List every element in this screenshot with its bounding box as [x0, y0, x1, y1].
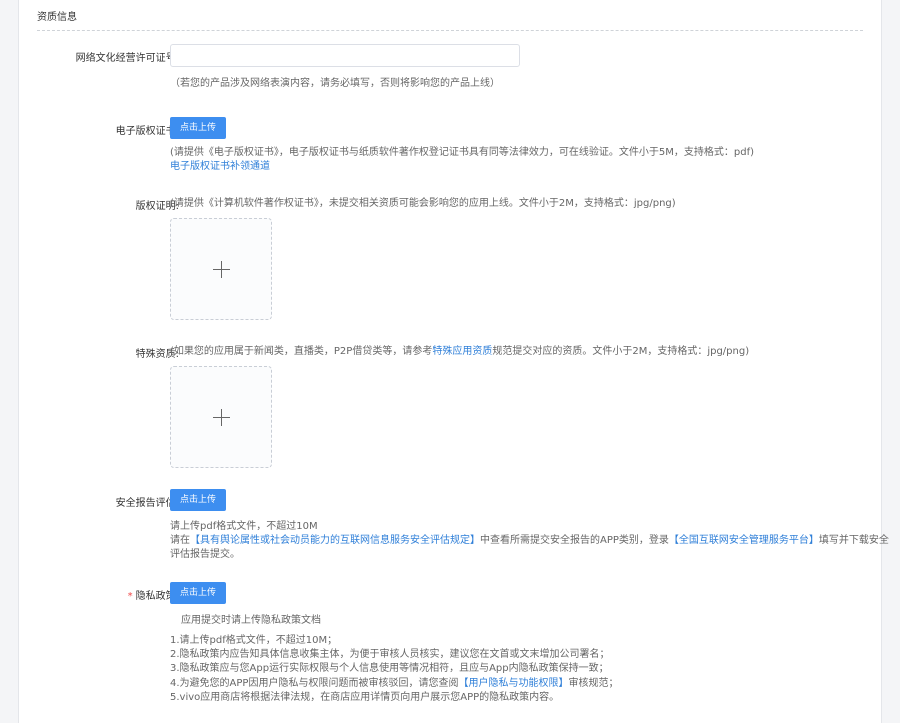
security-label: 安全报告评估:: [115, 498, 179, 509]
security-hint-line3: 评估报告提交。: [170, 549, 240, 560]
ecopyright-hint: (请提供《电子版权证书》，电子版权证书与纸质软件著作权登记证书具有同等法律效力，…: [170, 147, 755, 158]
privacy-permission-link[interactable]: 【用户隐私与功能权限】: [458, 678, 568, 689]
privacy-rule-4-text: 4.为避免您的APP因用户隐私与权限问题而被审核驳回，请您查阅: [170, 677, 459, 689]
privacy-rule-4: 4.为避免您的APP因用户隐私与权限问题而被审核驳回，请您查阅【用户隐私与功能权…: [170, 677, 618, 691]
security-hint-text: 请在: [170, 535, 190, 546]
privacy-rule-5: 5.vivo应用商店将根据法律法规，在商店应用详情页向用户展示您APP的隐私政策…: [170, 691, 560, 703]
copyright-proof-upload-box[interactable]: [170, 218, 272, 320]
special-hint-text: (如果您的应用属于新闻类，直播类，P2P借贷类等，请参考: [170, 346, 433, 357]
privacy-rule-2: 2.隐私政策内应告知具体信息收集主体，为便于审核人员核实，建议您在文首或文末增加…: [170, 649, 610, 661]
section-title: 资质信息: [37, 8, 863, 31]
special-hint: (如果您的应用属于新闻类，直播类，P2P借贷类等，请参考特殊应用资质规范提交对应…: [170, 345, 749, 359]
privacy-rule-1: 1.请上传pdf格式文件，不超过10M；: [170, 635, 338, 646]
special-hint-text-after: 规范提交对应的资质。文件小于2M，支持格式：jpg/png): [492, 346, 750, 357]
license-hint: （若您的产品涉及网络表演内容，请务必填写，否则将影响您的产品上线）: [170, 78, 500, 89]
copyright-proof-label: 版权证明:: [135, 201, 179, 212]
privacy-rules: 1.请上传pdf格式文件，不超过10M； 2.隐私政策内应告知具体信息收集主体，…: [170, 634, 618, 705]
plus-icon: [171, 367, 271, 467]
privacy-rule-4-text-after: 审核规范；: [568, 677, 619, 689]
special-qualification-link[interactable]: 特殊应用资质: [432, 346, 492, 357]
license-input[interactable]: [170, 44, 520, 67]
security-hint-line1: 请上传pdf格式文件，不超过10M: [170, 521, 318, 532]
privacy-hint: 应用提交时请上传隐私政策文档: [181, 615, 321, 626]
special-label: 特殊资质:: [135, 349, 179, 360]
privacy-rule-3: 3.隐私政策应与您App运行实际权限与个人信息使用等情况相符，且应与App内隐私…: [170, 663, 609, 675]
special-upload-box[interactable]: [170, 366, 272, 468]
security-hint-text: 填写并下载安全: [818, 535, 889, 546]
plus-icon: [171, 219, 271, 319]
security-platform-link[interactable]: 【全国互联网安全管理服务平台】: [669, 535, 819, 546]
security-upload-button[interactable]: 点击上传: [170, 489, 226, 511]
qualification-card: 资质信息 网络文化经营许可证号: （若您的产品涉及网络表演内容，请务必填写，否则…: [18, 0, 889, 723]
security-hint-text: 中查看所需提交安全报告的APP类别，登录: [480, 535, 669, 546]
privacy-upload-button[interactable]: 点击上传: [170, 582, 226, 604]
security-regulation-link[interactable]: 【具有舆论属性或社会动员能力的互联网信息服务安全评估规定】: [190, 535, 480, 546]
copyright-proof-hint: (请提供《计算机软件著作权证书》，未提交相关资质可能会影响您的应用上线。文件小于…: [170, 198, 676, 209]
security-hint-line2: 请在【具有舆论属性或社会动员能力的互联网信息服务安全评估规定】中查看所需提交安全…: [170, 534, 889, 548]
ecopyright-upload-button[interactable]: 点击上传: [170, 117, 226, 139]
required-asterisk: *: [127, 591, 133, 602]
privacy-label: * 隐私政策:: [19, 587, 179, 602]
license-label: 网络文化经营许可证号:: [75, 53, 179, 64]
ecopyright-label: 电子版权证书:: [115, 126, 179, 137]
ecopyright-reissue-link[interactable]: 电子版权证书补领通道: [170, 160, 270, 174]
